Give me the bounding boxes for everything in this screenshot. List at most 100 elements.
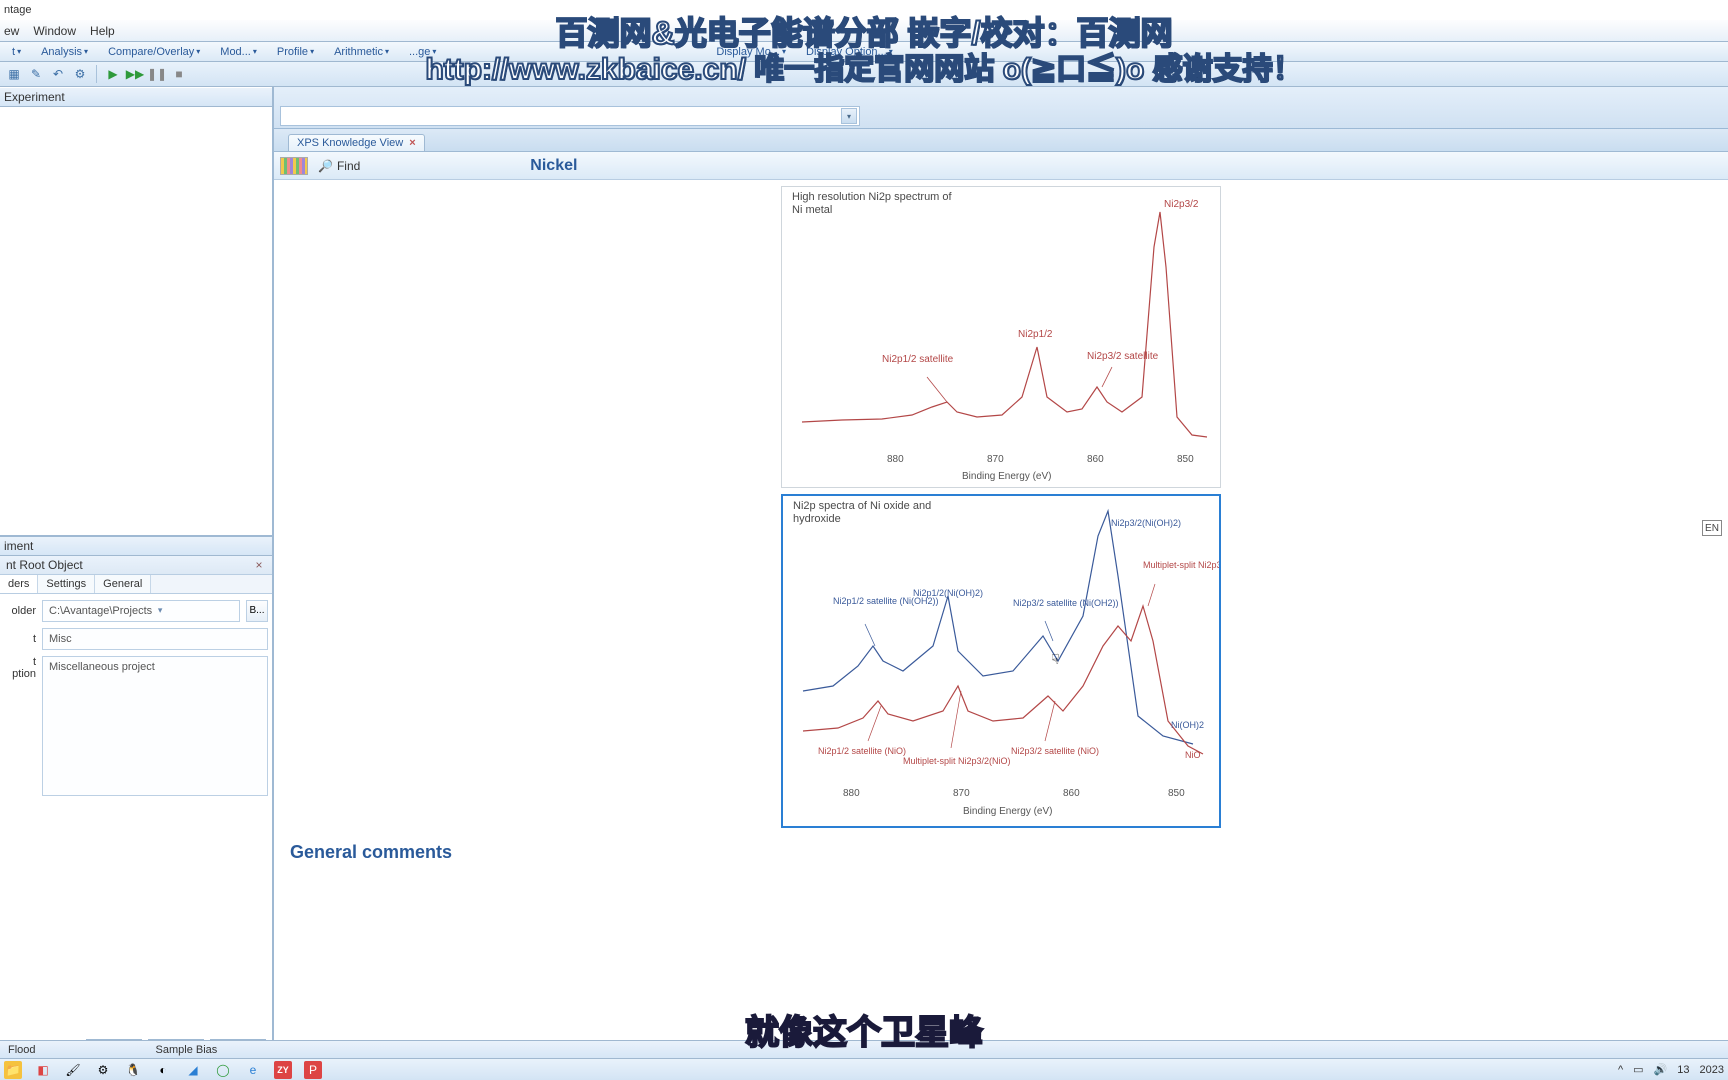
tab-xps-knowledge[interactable]: XPS Knowledge View × bbox=[288, 134, 425, 151]
lbl2j: NiO bbox=[1185, 750, 1201, 760]
lbl2e: Multiplet-split Ni2p3/2(NiO) bbox=[1143, 560, 1219, 570]
status-bar: Flood Sample Bias bbox=[0, 1040, 1728, 1058]
svg-text:880: 880 bbox=[887, 454, 904, 465]
window-title: ntage bbox=[0, 0, 1728, 20]
tray-chevron-icon[interactable]: ^ bbox=[1618, 1064, 1623, 1076]
play-icon[interactable]: ▶ bbox=[105, 66, 121, 82]
menu-bar: ew Window Help bbox=[0, 20, 1728, 42]
lbl-p12: Ni2p1/2 bbox=[1018, 329, 1053, 340]
tab-close-icon[interactable]: × bbox=[409, 137, 415, 149]
avantage-icon[interactable]: ◢ bbox=[184, 1061, 202, 1079]
chevron-down-icon[interactable]: ▾ bbox=[841, 108, 857, 124]
tab-general[interactable]: General bbox=[95, 575, 151, 593]
ribbon-mod[interactable]: Mod...▾ bbox=[212, 44, 265, 60]
app-icon-1[interactable]: ◧ bbox=[34, 1061, 52, 1079]
tray-sound-icon[interactable]: 🔊 bbox=[1654, 1063, 1668, 1076]
root-object-header: nt Root Object × bbox=[0, 556, 272, 575]
system-tray: ^ ▭ 🔊 13 2023 bbox=[1618, 1063, 1724, 1076]
t-label: t bbox=[4, 633, 36, 645]
find-button[interactable]: 🔎 Find bbox=[318, 159, 360, 173]
tray-network-icon[interactable]: ▭ bbox=[1633, 1063, 1643, 1076]
lbl2h: Ni2p3/2 satellite (NiO) bbox=[1011, 746, 1099, 756]
lbl2c: Ni2p3/2 satellite (Ni(OH2)) bbox=[1013, 598, 1119, 608]
qq-icon[interactable]: 🐧 bbox=[124, 1061, 142, 1079]
grid-icon[interactable]: ▦ bbox=[6, 66, 22, 82]
stop-icon[interactable]: ■ bbox=[171, 66, 187, 82]
svg-text:880: 880 bbox=[843, 788, 860, 799]
powerpoint-icon[interactable]: P bbox=[304, 1061, 322, 1079]
experiment-panel-title: Experiment bbox=[0, 87, 272, 107]
desc-label: t ption bbox=[4, 656, 36, 680]
file-explorer-icon[interactable]: 📁 bbox=[4, 1061, 22, 1079]
ribbon-arithmetic[interactable]: Arithmetic▾ bbox=[326, 44, 397, 60]
iment-panel-title: iment bbox=[0, 537, 272, 556]
element-title: Nickel bbox=[530, 157, 577, 175]
ribbon-profile[interactable]: Profile▾ bbox=[269, 44, 322, 60]
menu-window[interactable]: Window bbox=[33, 24, 76, 38]
lbl2b: Ni2p1/2(Ni(OH)2) bbox=[913, 588, 983, 598]
folder-combo[interactable]: C:\Avantage\Projects▾ bbox=[42, 600, 240, 622]
svg-text:860: 860 bbox=[1063, 788, 1080, 799]
menu-view[interactable]: ew bbox=[4, 24, 19, 38]
lbl2f: Ni2p1/2 satellite (NiO) bbox=[818, 746, 906, 756]
spectrum1-title: High resolution Ni2p spectrum of Ni meta… bbox=[792, 191, 952, 217]
ribbon-t[interactable]: t▾ bbox=[4, 44, 29, 60]
tab-ders[interactable]: ders bbox=[0, 575, 38, 593]
close-icon[interactable]: × bbox=[252, 558, 266, 572]
content-area[interactable]: High resolution Ni2p spectrum of Ni meta… bbox=[274, 180, 1728, 1067]
periodic-table-icon[interactable] bbox=[280, 157, 308, 175]
document-tabs: XPS Knowledge View × bbox=[274, 129, 1728, 151]
svg-text:850: 850 bbox=[1168, 788, 1185, 799]
menu-help[interactable]: Help bbox=[90, 24, 115, 38]
wand-icon[interactable]: ✎ bbox=[28, 66, 44, 82]
svg-text:870: 870 bbox=[953, 788, 970, 799]
taskbar: 📁 ◧ 🖌 ⚙ 🐧 ◐ ◢ ◯ e ZY P ^ ▭ 🔊 13 2023 bbox=[0, 1058, 1728, 1080]
binoculars-icon: 🔎 bbox=[318, 159, 333, 173]
tray-time[interactable]: 13 bbox=[1677, 1064, 1689, 1076]
settings-tabs: ders Settings General bbox=[0, 575, 272, 594]
spectrum2-plot: Ni2p1/2 satellite (Ni(OH2)) Ni2p1/2(Ni(O… bbox=[783, 496, 1219, 826]
chrome-icon[interactable]: ◐ bbox=[154, 1061, 172, 1079]
undo-icon[interactable]: ↶ bbox=[50, 66, 66, 82]
tab-settings[interactable]: Settings bbox=[38, 575, 95, 593]
ribbon-ge[interactable]: ...ge▾ bbox=[401, 44, 444, 60]
general-comments-heading: General comments bbox=[290, 842, 1716, 863]
spectrum1-plot: Ni2p1/2 satellite Ni2p1/2 Ni2p3/2 satell… bbox=[782, 187, 1218, 487]
spectrum2-title: Ni2p spectra of Ni oxide and hydroxide bbox=[793, 500, 953, 526]
ribbon-compare[interactable]: Compare/Overlay▾ bbox=[100, 44, 208, 60]
address-bar-row: ▾ bbox=[274, 87, 1728, 129]
wechat-icon[interactable]: ◯ bbox=[214, 1061, 232, 1079]
form-area: older C:\Avantage\Projects▾ B... t Misc … bbox=[0, 594, 272, 1034]
left-sidebar: Experiment iment nt Root Object × ders S… bbox=[0, 87, 274, 1067]
doc-toolbar: 🔎 Find Nickel bbox=[274, 152, 1728, 180]
ie-icon[interactable]: e bbox=[244, 1061, 262, 1079]
fast-forward-icon[interactable]: ▶▶ bbox=[127, 66, 143, 82]
status-sample-bias: Sample Bias bbox=[156, 1044, 218, 1056]
ribbon-tabs: t▾ Analysis▾ Compare/Overlay▾ Mod...▾ Pr… bbox=[0, 42, 1728, 62]
desc-field[interactable]: Miscellaneous project bbox=[42, 656, 268, 796]
spectrum-ni-oxide[interactable]: Ni2p spectra of Ni oxide and hydroxide N… bbox=[781, 494, 1221, 828]
document-body: 🔎 Find Nickel High resolution Ni2p spect… bbox=[274, 151, 1728, 1067]
spectrum-ni-metal: High resolution Ni2p spectrum of Ni meta… bbox=[781, 186, 1221, 488]
lbl2i: Ni(OH)2 bbox=[1171, 720, 1204, 730]
svg-text:Binding Energy (eV): Binding Energy (eV) bbox=[963, 806, 1053, 817]
tray-date[interactable]: 2023 bbox=[1700, 1064, 1724, 1076]
lbl2d: Ni2p3/2(Ni(OH)2) bbox=[1111, 518, 1181, 528]
t-field[interactable]: Misc bbox=[42, 628, 268, 650]
browse-button[interactable]: B... bbox=[246, 600, 268, 622]
pause-icon[interactable]: ❚❚ bbox=[149, 66, 165, 82]
app-icon-2[interactable]: 🖌 bbox=[64, 1061, 82, 1079]
app-icon-3[interactable]: ⚙ bbox=[94, 1061, 112, 1079]
lbl-p32sat: Ni2p3/2 satellite bbox=[1087, 351, 1159, 362]
ribbon-displaymo[interactable]: Display Mo...▾ bbox=[708, 44, 794, 60]
gear-icon[interactable]: ⚙ bbox=[72, 66, 88, 82]
zy-icon[interactable]: ZY bbox=[274, 1061, 292, 1079]
language-indicator[interactable]: EN bbox=[1702, 520, 1722, 536]
experiment-tree[interactable] bbox=[0, 107, 272, 537]
address-combo[interactable]: ▾ bbox=[280, 106, 860, 126]
toolbar: ▦ ✎ ↶ ⚙ ▶ ▶▶ ❚❚ ■ bbox=[0, 62, 1728, 87]
ribbon-displayopt[interactable]: Display Option...▾ bbox=[798, 44, 901, 60]
folder-label: older bbox=[4, 605, 36, 617]
ribbon-analysis[interactable]: Analysis▾ bbox=[33, 44, 96, 60]
svg-text:Binding Energy (eV): Binding Energy (eV) bbox=[962, 471, 1052, 482]
